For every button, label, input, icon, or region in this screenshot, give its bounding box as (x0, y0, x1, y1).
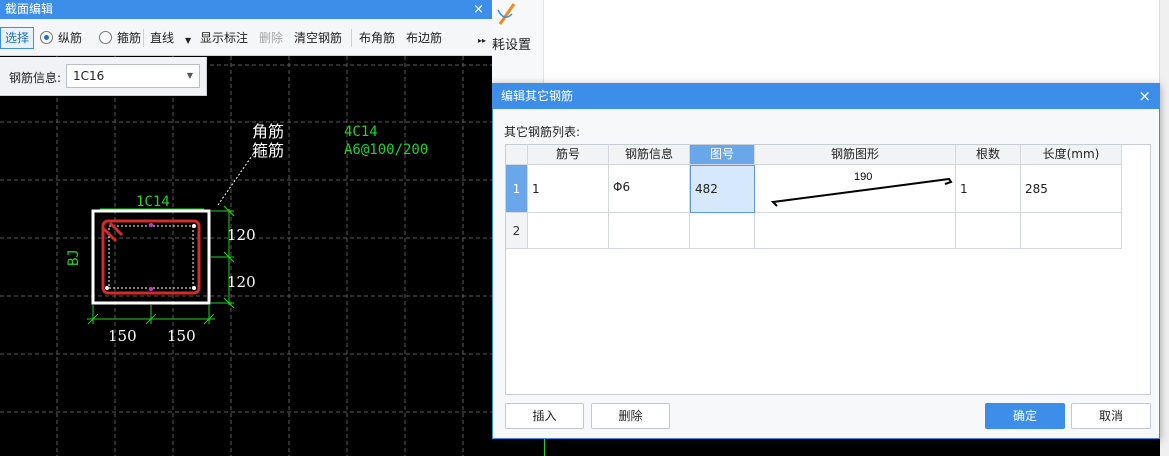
stirrup-value: A6@100/200 (344, 142, 428, 158)
close-icon[interactable]: × (1138, 84, 1151, 109)
chevron-down-icon[interactable]: ▼ (185, 33, 191, 49)
corner-bar[interactable] (192, 224, 196, 228)
section-editor-window: 角筋 箍筋 4C14 A6@100/200 1C14 BJ 120 120 15… (0, 0, 492, 456)
background-canvas-strip (492, 439, 1160, 456)
column-header-count[interactable]: 根数 (956, 145, 1021, 165)
rebar-info-panel: 钢筋信息: 1C16 ▼ (0, 57, 207, 96)
rebar-shape-dimension: 190 (854, 171, 872, 183)
side-bar-label: BJ (66, 249, 82, 266)
dimension-h2-text: 150 (167, 327, 196, 345)
edge-bar[interactable] (149, 287, 153, 291)
label-leader-line (217, 149, 257, 206)
show-label-button[interactable]: 显示标注 (200, 30, 248, 46)
corner-bar-button[interactable]: 布角筋 (359, 30, 395, 46)
table-cell-count[interactable]: 1 (956, 165, 1021, 213)
rebar-info-label: 钢筋信息: (9, 71, 62, 85)
edit-other-rebar-dialog: 编辑其它钢筋 × 其它钢筋列表: 筋号 钢筋信息 图号 钢筋图形 根数 长度(m… (492, 83, 1160, 439)
delete-button[interactable]: 删除 (591, 403, 670, 429)
ribbon-label: 耗设置 (492, 38, 532, 53)
rebar-table: 筋号 钢筋信息 图号 钢筋图形 根数 长度(mm) 1 1 Φ6 482 190… (505, 144, 1151, 395)
ribbon-button[interactable]: 耗设置 (492, 0, 544, 83)
table-cell-length[interactable] (1021, 213, 1122, 249)
canvas-guide-line (544, 439, 545, 456)
stirrup-radio-icon[interactable] (99, 31, 112, 44)
column-header-info[interactable]: 钢筋信息 (609, 145, 690, 165)
dialog-title: 编辑其它钢筋 (501, 89, 574, 103)
stirrup-label: 箍筋 (252, 141, 284, 160)
cancel-button[interactable]: 取消 (1071, 403, 1151, 429)
column-header-shape[interactable]: 钢筋图形 (755, 145, 956, 165)
dimension-v2-text: 120 (227, 273, 256, 291)
stirrup-hook (108, 221, 124, 237)
close-icon[interactable]: × (473, 0, 484, 19)
table-corner-cell (506, 145, 528, 165)
table-cell-shape[interactable]: 190 (755, 165, 956, 213)
more-icon[interactable]: ▸▸ (478, 33, 486, 49)
table-cell-length[interactable]: 285 (1021, 165, 1122, 213)
dialog-titlebar[interactable]: 编辑其它钢筋 × (493, 84, 1159, 109)
vertical-dimension (211, 205, 235, 309)
corner-bar[interactable] (105, 286, 109, 290)
stirrup-radio-label[interactable]: 箍筋 (117, 30, 141, 46)
rebar-info-value: 1C16 (73, 69, 105, 83)
line-mode-dropdown[interactable]: 直线 (150, 30, 174, 46)
column-header-shape-no[interactable]: 图号 (690, 145, 755, 165)
longitudinal-radio-label[interactable]: 纵筋 (58, 30, 82, 46)
rebar-info-select[interactable]: 1C16 ▼ (66, 64, 200, 88)
clear-rebar-button[interactable]: 清空钢筋 (294, 30, 342, 46)
insert-button[interactable]: 插入 (505, 403, 584, 429)
dimension-v1-text: 120 (227, 226, 256, 244)
select-button[interactable]: 选择 (0, 27, 34, 49)
background-app: 耗设置 (492, 0, 1169, 456)
rebar-list-label: 其它钢筋列表: (504, 125, 581, 139)
longitudinal-radio-icon[interactable] (40, 31, 53, 44)
edge-bar[interactable] (149, 223, 153, 227)
section-editor-titlebar[interactable]: 截面编辑 × (0, 0, 492, 19)
chevron-down-icon[interactable]: ▼ (187, 65, 193, 87)
table-cell-count[interactable] (956, 213, 1021, 249)
top-bar-label: 1C14 (136, 194, 170, 210)
section-toolbar: 选择 纵筋 箍筋 直线 ▼ 显示标注 删除 清空钢筋 布角筋 布边筋 ▸▸ (0, 19, 492, 56)
delete-button[interactable]: 删除 (259, 30, 283, 46)
scrollbar[interactable] (1159, 0, 1169, 456)
toolbar-divider (143, 29, 144, 47)
column-header-length[interactable]: 长度(mm) (1021, 145, 1122, 165)
section-editor-title: 截面编辑 (5, 2, 54, 16)
corner-bar-value: 4C14 (344, 124, 378, 140)
dimension-h1-text: 150 (108, 327, 137, 345)
rebar-shape-drawing: 190 (770, 171, 953, 207)
table-cell-bar-no[interactable] (528, 213, 609, 249)
table-cell-bar-no[interactable]: 1 (528, 165, 609, 213)
table-cell-info[interactable] (609, 213, 690, 249)
stirrup-hook (102, 227, 118, 243)
table-cell-info[interactable]: Φ6 (609, 165, 690, 213)
edge-bar-button[interactable]: 布边筋 (406, 30, 442, 46)
wrench-icon (497, 3, 516, 25)
corner-bar-label: 角筋 (252, 122, 284, 141)
horizontal-dimension (87, 305, 215, 325)
column-header-bar-no[interactable]: 筋号 (528, 145, 609, 165)
ok-button[interactable]: 确定 (985, 403, 1065, 429)
table-cell-shape-no[interactable]: 482 (690, 165, 755, 213)
row-header[interactable]: 1 (506, 165, 528, 213)
table-cell-shape[interactable] (755, 213, 956, 249)
table-cell-shape-no[interactable] (690, 213, 755, 249)
toolbar-divider (351, 29, 352, 47)
row-header[interactable]: 2 (506, 213, 528, 249)
corner-bar[interactable] (192, 286, 196, 290)
